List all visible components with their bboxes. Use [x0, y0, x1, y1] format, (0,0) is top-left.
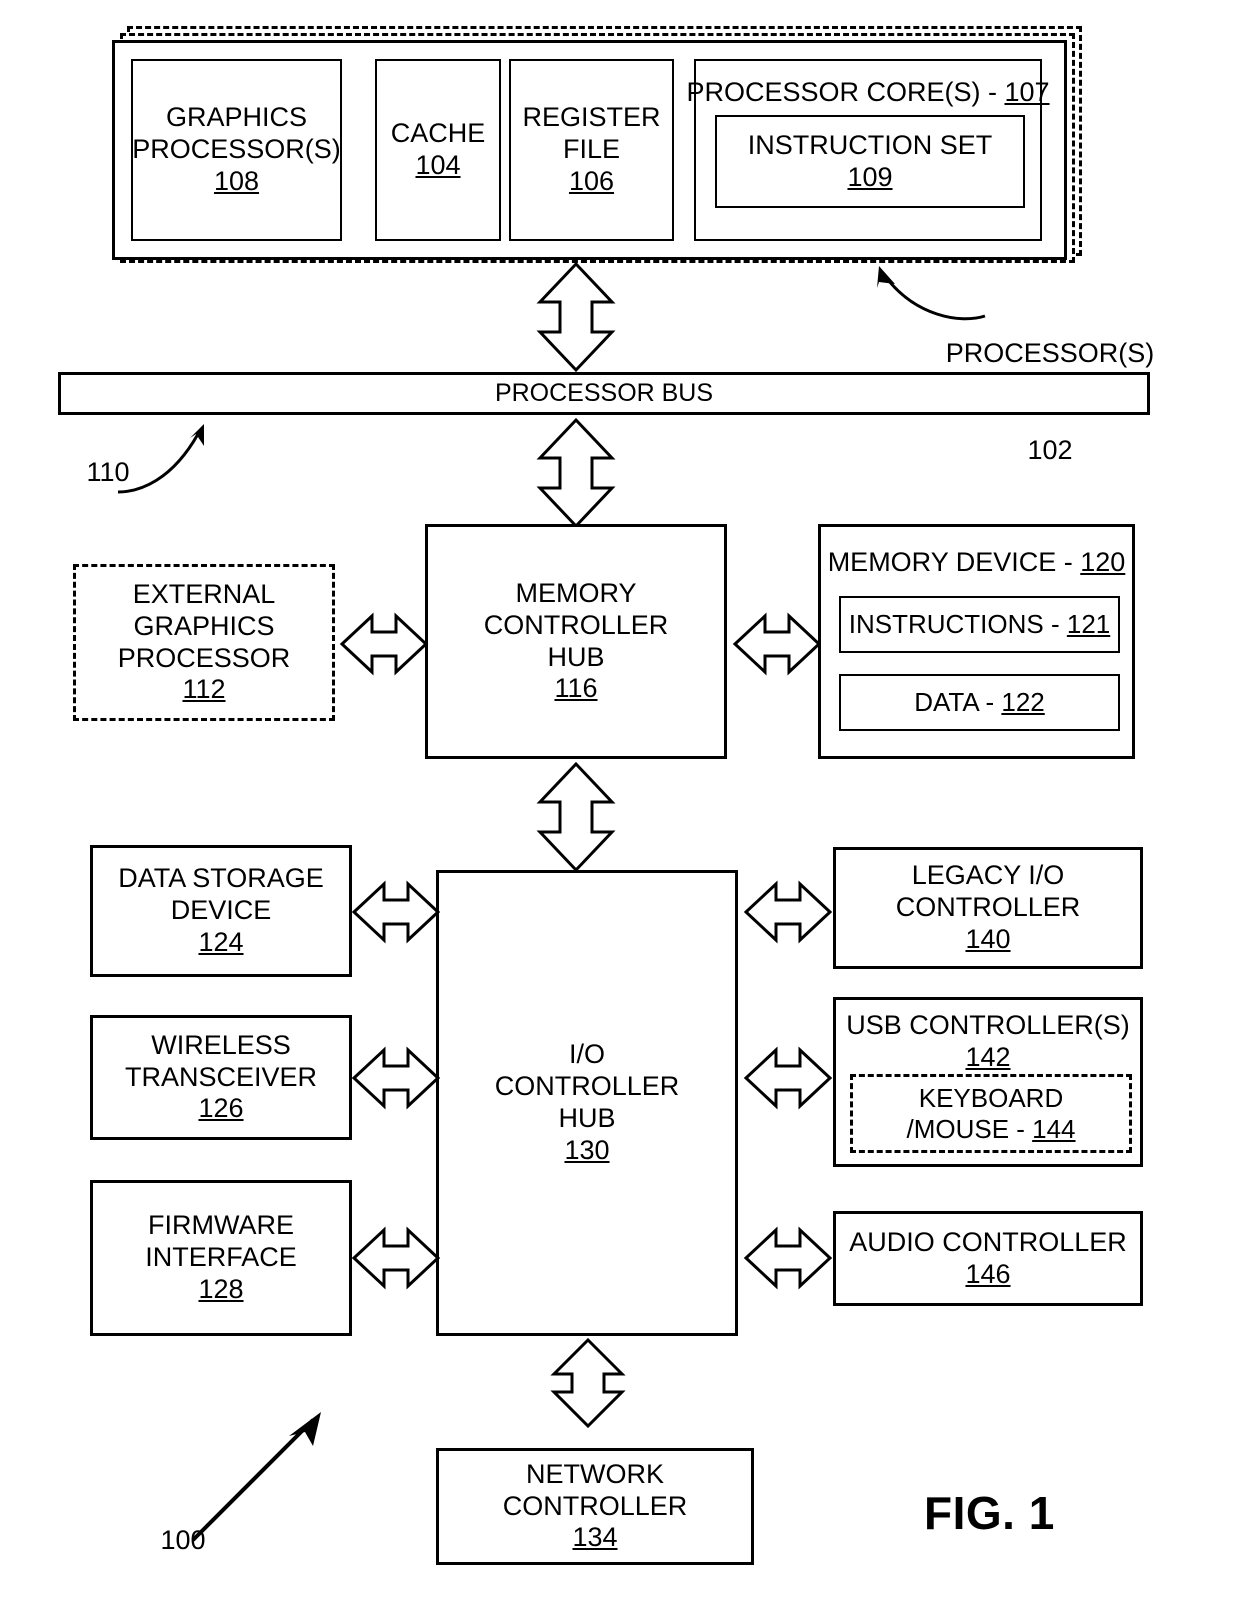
memory-controller-hub-block[interactable]: MEMORY CONTROLLER HUB 116: [425, 524, 727, 759]
arrow-mch-to-memory-icon: [732, 612, 822, 676]
arrow-processor-to-bus-icon: [536, 261, 616, 373]
processor-cores-ref: 107: [1004, 77, 1050, 107]
wireless-ref: 126: [198, 1093, 244, 1124]
instruction-set-label: INSTRUCTION SET: [747, 129, 993, 160]
usb-controllers-block[interactable]: USB CONTROLLER(S) 142 KEYBOARD /MOUSE - …: [833, 997, 1143, 1167]
instructions-block[interactable]: INSTRUCTIONS - 121: [839, 596, 1120, 653]
keyboard-mouse-block[interactable]: KEYBOARD /MOUSE - 144: [850, 1074, 1132, 1153]
audio-controller-label: AUDIO CONTROLLER: [849, 1226, 1127, 1257]
usb-controllers-label: USB CONTROLLER(S): [846, 1010, 1130, 1040]
instruction-set-ref: 109: [847, 161, 893, 192]
data-storage-label-line1: DATA STORAGE: [118, 863, 324, 894]
processor-cores-title-text: PROCESSOR CORE(S) -: [686, 77, 1005, 107]
cache-ref: 104: [415, 150, 461, 180]
figure-label: FIG. 1: [924, 1487, 1055, 1539]
processor-callout-label: PROCESSOR(S): [945, 337, 1155, 368]
arrow-ich-to-legacy-icon: [743, 880, 833, 944]
cache-label: CACHE: [390, 118, 486, 149]
firmware-interface-block[interactable]: FIRMWARE INTERFACE 128: [90, 1180, 352, 1336]
arrow-mch-to-ich-icon: [536, 761, 616, 873]
arrow-ich-to-network-icon: [550, 1337, 626, 1429]
cache-block[interactable]: CACHE 104: [375, 59, 501, 241]
arrow-wireless-to-ich-icon: [351, 1046, 441, 1110]
arrow-bus-to-mch-icon: [536, 417, 616, 529]
arrow-ich-to-audio-icon: [743, 1226, 833, 1290]
graphics-processors-block[interactable]: GRAPHICS PROCESSOR(S) 108: [131, 59, 342, 241]
arrow-storage-to-ich-icon: [351, 880, 441, 944]
register-file-ref: 106: [568, 165, 615, 196]
instructions-label-text: INSTRUCTIONS -: [848, 609, 1067, 640]
instruction-set-block[interactable]: INSTRUCTION SET 109: [715, 115, 1025, 208]
network-controller-label-line1: NETWORK: [526, 1458, 664, 1489]
memory-device-ref: 120: [1080, 547, 1126, 577]
data-block[interactable]: DATA - 122: [839, 674, 1120, 731]
instructions-label: INSTRUCTIONS - 121: [849, 609, 1111, 640]
network-controller-ref: 134: [572, 1522, 618, 1553]
io-controller-hub-block[interactable]: I/O CONTROLLER HUB 130: [436, 870, 738, 1336]
processor-bus-label: PROCESSOR BUS: [494, 378, 714, 407]
external-graphics-ref: 112: [182, 674, 226, 705]
system-ref: 100: [160, 1525, 206, 1555]
legacy-io-label-line1: LEGACY I/O: [911, 860, 1065, 891]
wireless-transceiver-block[interactable]: WIRELESS TRANSCEIVER 126: [90, 1015, 352, 1140]
wireless-label-line2: TRANSCEIVER: [124, 1061, 318, 1092]
keyboard-mouse-label-line1: KEYBOARD: [918, 1082, 1064, 1113]
keyboard-mouse-label-text: /MOUSE -: [906, 1113, 1033, 1144]
mch-ref: 116: [554, 673, 598, 704]
mch-label-line1: MEMORY: [515, 577, 637, 608]
memory-device-title: MEMORY DEVICE - 120: [828, 547, 1126, 579]
firmware-ref: 128: [198, 1273, 244, 1304]
graphics-processors-label-line2: PROCESSOR(S): [132, 134, 341, 165]
external-graphics-processor-block[interactable]: EXTERNAL GRAPHICS PROCESSOR 112: [73, 564, 335, 721]
ich-ref: 130: [564, 1134, 610, 1165]
legacy-io-controller-block[interactable]: LEGACY I/O CONTROLLER 140: [833, 847, 1143, 969]
register-file-label-line1: REGISTER: [522, 102, 661, 133]
processor-bus[interactable]: PROCESSOR BUS: [58, 372, 1150, 415]
processor-cores-title: PROCESSOR CORE(S) - 107: [686, 77, 1049, 109]
arrow-ich-to-usb-icon: [743, 1046, 833, 1110]
processor-bus-ref: 110: [86, 457, 130, 487]
ich-label-line1: I/O: [568, 1039, 605, 1070]
external-graphics-label-line1: EXTERNAL: [132, 578, 276, 609]
memory-device-block[interactable]: MEMORY DEVICE - 120 INSTRUCTIONS - 121 D…: [818, 524, 1135, 759]
arrow-firmware-to-ich-icon: [351, 1226, 441, 1290]
processor-cores-block[interactable]: PROCESSOR CORE(S) - 107 INSTRUCTION SET …: [686, 59, 1050, 241]
keyboard-mouse-ref: 144: [1032, 1113, 1076, 1144]
external-graphics-label-line2: GRAPHICS: [133, 610, 275, 641]
memory-device-title-text: MEMORY DEVICE -: [827, 547, 1081, 577]
data-storage-label-line2: DEVICE: [170, 895, 272, 926]
graphics-processors-ref: 108: [213, 165, 260, 196]
audio-controller-block[interactable]: AUDIO CONTROLLER 146: [833, 1211, 1143, 1306]
legacy-io-label-line2: CONTROLLER: [895, 892, 1081, 923]
mch-label-line2: CONTROLLER: [483, 609, 669, 640]
arrow-egp-to-mch-icon: [339, 612, 429, 676]
instructions-ref: 121: [1066, 609, 1111, 640]
audio-controller-ref: 146: [965, 1258, 1011, 1289]
mch-label-line3: HUB: [547, 641, 605, 672]
firmware-label-line1: FIRMWARE: [148, 1210, 294, 1241]
ich-label-line3: HUB: [558, 1103, 616, 1133]
figure-canvas: GRAPHICS PROCESSOR(S) 108 CACHE 104 REGI…: [0, 0, 1240, 1605]
keyboard-mouse-label-line2: /MOUSE - 144: [906, 1114, 1075, 1145]
data-label-text: DATA -: [914, 687, 1002, 718]
network-controller-block[interactable]: NETWORK CONTROLLER 134: [436, 1448, 754, 1565]
register-file-block[interactable]: REGISTER FILE 106: [509, 59, 674, 241]
data-storage-device-block[interactable]: DATA STORAGE DEVICE 124: [90, 845, 352, 977]
network-controller-label-line2: CONTROLLER: [502, 1490, 688, 1521]
ich-label-line2: CONTROLLER: [494, 1071, 680, 1102]
data-storage-ref: 124: [198, 926, 244, 957]
usb-controllers-ref: 142: [965, 1041, 1011, 1072]
data-ref: 122: [1001, 687, 1045, 718]
register-file-label-line2: FILE: [562, 134, 621, 165]
legacy-io-ref: 140: [965, 923, 1011, 954]
graphics-processors-label-line1: GRAPHICS: [165, 102, 308, 133]
processor-callout-ref: 102: [1027, 434, 1073, 465]
wireless-label-line1: WIRELESS: [151, 1029, 291, 1060]
firmware-label-line2: INTERFACE: [145, 1242, 297, 1273]
data-label: DATA - 122: [914, 687, 1045, 718]
external-graphics-label-line3: PROCESSOR: [117, 642, 291, 673]
